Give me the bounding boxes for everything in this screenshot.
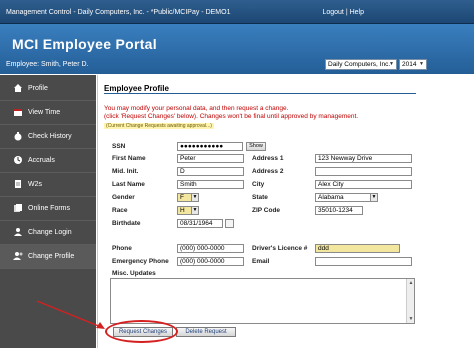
sidebar-item-change-profile[interactable]: Change Profile [0, 245, 96, 269]
mid-init-label: Mid. Init. [112, 168, 139, 175]
race-select[interactable]: H ▼ [177, 206, 199, 215]
address1-label: Address 1 [252, 155, 284, 162]
employee-name: Employee: Smith, Peter D. [6, 61, 89, 68]
highlight-annotation [105, 320, 178, 343]
phone-field[interactable]: (000) 000-0000 [177, 244, 244, 253]
scroll-up-icon[interactable]: ▲ [408, 280, 414, 286]
city-label: City [252, 181, 265, 188]
chevron-down-icon: ▼ [191, 207, 198, 214]
misc-updates-textarea[interactable]: ▲ ▼ [110, 278, 415, 324]
textarea-scrollbar[interactable]: ▲ ▼ [406, 279, 414, 323]
calendar-picker-icon[interactable] [225, 219, 234, 228]
portal-title: MCI Employee Portal [12, 36, 157, 52]
sidebar-item-label: View Time [28, 109, 61, 116]
chevron-down-icon: ▼ [370, 194, 377, 201]
state-label: State [252, 194, 268, 201]
sidebar-item-accruals[interactable]: Accruals [0, 149, 96, 173]
arrow-annotation-icon [36, 300, 105, 329]
birthdate-label: Birthdate [112, 220, 141, 227]
sidebar-item-online-forms[interactable]: Online Forms [0, 197, 96, 221]
city-field[interactable]: Alex City [315, 180, 412, 189]
sidebar-item-label: Accruals [28, 157, 55, 164]
drivers-licence-field[interactable]: ddd [315, 244, 400, 253]
notice-text: You may modify your personal data, and t… [104, 105, 289, 112]
misc-updates-label: Misc. Updates [112, 270, 156, 277]
first-name-label: First Name [112, 155, 146, 162]
sidebar-item-label: Check History [28, 133, 72, 140]
money-bag-icon [14, 132, 22, 141]
zip-label: ZIP Code [252, 207, 281, 214]
scroll-down-icon[interactable]: ▼ [408, 316, 414, 322]
sidebar-item-change-login[interactable]: Change Login [0, 221, 96, 245]
title-divider [104, 93, 416, 94]
notice-text: (click 'Request Changes' below). Changes… [104, 113, 359, 120]
right-margin [419, 75, 474, 348]
chevron-down-icon: ▼ [419, 61, 424, 67]
state-value: Alabama [318, 194, 344, 201]
company-select[interactable]: Daily Computers, Inc. ▼ [325, 59, 397, 70]
chevron-down-icon: ▼ [389, 61, 394, 67]
forms-icon [14, 204, 22, 212]
app-title: Management Control - Daily Computers, In… [6, 9, 231, 16]
title-bar: Management Control - Daily Computers, In… [0, 0, 474, 24]
pending-requests-label: (Current Change Requests awaiting approv… [104, 123, 214, 129]
ssn-label: SSN [112, 143, 126, 150]
address2-label: Address 2 [252, 168, 284, 175]
race-value: H [180, 207, 185, 214]
gender-select[interactable]: F ▼ [177, 193, 199, 202]
sidebar-item-label: W2s [28, 181, 42, 188]
sidebar-item-label: Online Forms [28, 205, 71, 212]
portal-header: MCI Employee Portal Employee: Smith, Pet… [0, 24, 474, 74]
chevron-down-icon: ▼ [191, 194, 198, 201]
sidebar-item-w2s[interactable]: W2s [0, 173, 96, 197]
emergency-phone-label: Emergency Phone [112, 258, 169, 265]
zip-field[interactable]: 35010-1234 [315, 206, 363, 215]
logout-link[interactable]: Logout [322, 9, 343, 16]
first-name-field[interactable]: Peter [177, 154, 244, 163]
last-name-field[interactable]: Smith [177, 180, 244, 189]
last-name-label: Last Name [112, 181, 145, 188]
person-settings-icon [13, 252, 23, 260]
year-select-value: 2014 [402, 61, 417, 68]
sidebar-item-label: Change Login [28, 229, 72, 236]
delete-request-button[interactable]: Delete Request [176, 327, 236, 337]
person-icon [14, 228, 22, 236]
state-select[interactable]: Alabama ▼ [315, 193, 378, 202]
emergency-phone-field[interactable]: (000) 000-0000 [177, 257, 244, 266]
email-label: Email [252, 258, 270, 265]
sidebar-item-view-time[interactable]: View Time [0, 101, 96, 125]
phone-label: Phone [112, 245, 132, 252]
calendar-icon [14, 109, 22, 116]
address1-field[interactable]: 123 Newway Drive [315, 154, 412, 163]
top-links: Logout | Help [322, 9, 364, 16]
page-title: Employee Profile [104, 84, 169, 93]
mid-init-field[interactable]: D [177, 167, 244, 176]
gender-label: Gender [112, 194, 135, 201]
address2-field[interactable] [315, 167, 412, 176]
sidebar-item-label: Change Profile [28, 253, 75, 260]
race-label: Race [112, 207, 128, 214]
house-icon [14, 84, 22, 92]
birthdate-field[interactable]: 08/31/1964 [177, 219, 223, 228]
show-ssn-button[interactable]: Show [246, 142, 266, 151]
sidebar-item-label: Profile [28, 85, 48, 92]
ssn-field[interactable]: ●●●●●●●●●●● [177, 142, 243, 151]
year-select[interactable]: 2014 ▼ [399, 59, 427, 70]
drivers-licence-label: Driver's Licence # [252, 245, 308, 252]
clock-icon [14, 156, 22, 164]
gender-value: F [180, 194, 184, 201]
email-field[interactable] [315, 257, 412, 266]
sidebar-item-profile[interactable]: Profile [0, 77, 96, 101]
help-link[interactable]: Help [350, 9, 364, 16]
document-icon [15, 180, 21, 188]
company-select-value: Daily Computers, Inc. [328, 61, 391, 68]
sidebar-item-check-history[interactable]: Check History [0, 125, 96, 149]
